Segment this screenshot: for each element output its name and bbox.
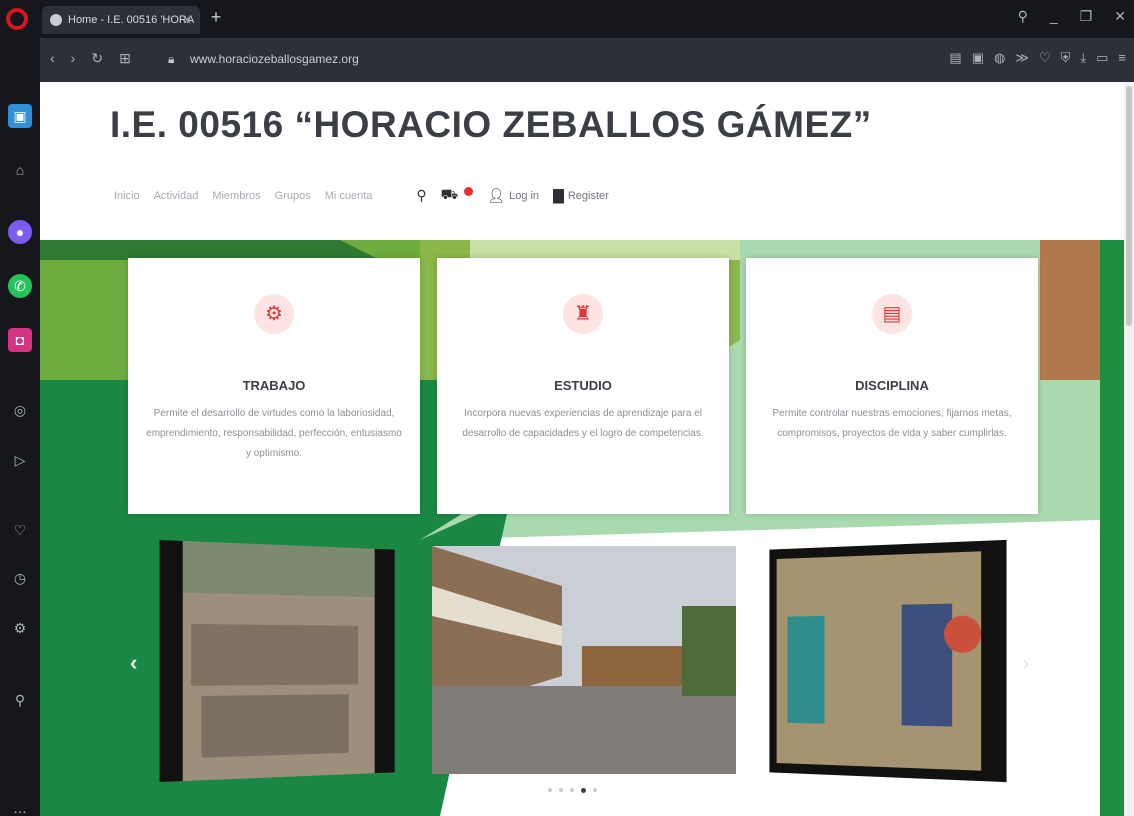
cart-icon[interactable]: ⛟ <box>441 186 459 205</box>
easy-setup-icon[interactable]: ≫ <box>1015 50 1029 66</box>
search-tabs-icon[interactable]: ⚲ <box>1018 8 1028 25</box>
nav-item-miembros[interactable]: Miembros <box>212 190 260 202</box>
photo-trees-right <box>682 606 736 696</box>
cart-badge <box>464 187 474 196</box>
back-icon[interactable]: ‹ <box>50 50 55 67</box>
messenger-icon[interactable]: ● <box>8 220 32 244</box>
carousel-prev-button[interactable]: ‹ <box>130 650 137 676</box>
id-card-icon: ▤ <box>872 294 912 334</box>
search-icon[interactable]: ⚲ <box>416 187 426 204</box>
hero-section: ⚙ TRABAJO Permite el desarrollo de virtu… <box>40 240 1134 816</box>
minimize-icon[interactable]: _ <box>1050 8 1058 25</box>
reload-icon[interactable]: ↻ <box>91 50 103 67</box>
carousel-dot-active[interactable] <box>581 788 586 793</box>
photo-students <box>769 539 1007 783</box>
card-disciplina: ▤ DISCIPLINA Permite controlar nuestras … <box>746 258 1038 514</box>
scroll-thumb[interactable] <box>1126 86 1132 326</box>
title-bar: Home - I.E. 00516 'HORA ✕ + ⚲ _ ❐ ✕ <box>0 0 1134 38</box>
photo-courtyard <box>159 539 395 783</box>
photo-student-2 <box>901 603 953 727</box>
photo-school <box>432 546 736 774</box>
location-icon[interactable]: ⚲ <box>8 688 32 712</box>
carousel-dot[interactable] <box>593 788 597 792</box>
carousel-next-button[interactable]: › <box>1022 650 1029 676</box>
browser-window: Home - I.E. 00516 'HORA ✕ + ⚲ _ ❐ ✕ ▣ ⌂ … <box>0 0 1134 816</box>
card-trabajo: ⚙ TRABAJO Permite el desarrollo de virtu… <box>128 258 420 514</box>
slide-photo-courtyard[interactable] <box>159 539 395 783</box>
slide-photo-school[interactable] <box>432 546 736 774</box>
nav-item-mi-cuenta[interactable]: Mi cuenta <box>325 190 373 202</box>
photo-crowd-2 <box>201 694 349 758</box>
tractor-icon: ⚙ <box>254 294 294 334</box>
carousel-dot[interactable] <box>559 788 563 792</box>
card-title: TRABAJO <box>242 378 306 393</box>
graduate-icon: ♜ <box>563 294 603 334</box>
settings-icon[interactable]: ⚙ <box>8 616 32 640</box>
register-link[interactable]: ▇ Register <box>553 187 609 204</box>
close-icon[interactable]: ✕ <box>1114 8 1126 25</box>
carousel-dots <box>548 788 597 793</box>
menu-icon[interactable]: ≡ <box>1118 50 1126 66</box>
card-estudio: ♜ ESTUDIO Incorpora nuevas experiencias … <box>437 258 729 514</box>
browser-sidebar: ▣ ⌂ ● ✆ ◘ ◎ ▷ ♡ ◷ ⚙ ⚲ … <box>0 38 40 816</box>
tabs-grid-icon[interactable]: ⊞ <box>119 50 131 67</box>
page-scrollbar[interactable] <box>1124 82 1134 816</box>
site-nav: Inicio Actividad Miembros Grupos Mi cuen… <box>114 186 609 205</box>
more-icon[interactable]: … <box>8 796 32 816</box>
login-link[interactable]: 👤︎ Log in <box>487 187 539 204</box>
player-icon[interactable]: ▷ <box>8 448 32 472</box>
site-title: I.E. 00516 “HORACIO ZEBALLOS GÁMEZ” <box>110 104 872 145</box>
nav-item-inicio[interactable]: Inicio <box>114 190 140 202</box>
navigation-buttons: ‹ › ↻ ⊞ <box>50 50 131 67</box>
extension-icons: ▤ ▣ ◍ ≫ ♡ ⛨ ⤓ ▭ ≡ <box>949 50 1126 66</box>
favicon-icon <box>50 14 62 26</box>
lock-icon[interactable]: 🔒︎ <box>168 52 174 67</box>
forward-icon[interactable]: › <box>71 50 76 67</box>
dark-olive-strip <box>40 240 380 260</box>
tab-title: Home - I.E. 00516 'HORA <box>68 14 195 26</box>
window-controls: ⚲ _ ❐ ✕ <box>1018 8 1126 25</box>
login-label: Log in <box>509 189 540 202</box>
register-icon: ▇ <box>553 187 564 203</box>
user-icon: 👤︎ <box>487 187 506 203</box>
carousel-dot[interactable] <box>548 788 552 792</box>
nav-item-grupos[interactable]: Grupos <box>275 190 311 202</box>
camera-icon[interactable]: ▣ <box>972 50 984 66</box>
register-label: Register <box>567 189 609 202</box>
home-icon[interactable]: ⌂ <box>8 158 32 182</box>
photo-far-building <box>582 646 682 686</box>
photo-crowd <box>191 623 359 686</box>
speed-dial-icon[interactable]: ▣ <box>8 104 32 128</box>
brown-block <box>1040 240 1100 380</box>
carousel-dot[interactable] <box>570 788 574 792</box>
card-text: Incorpora nuevas experiencias de aprendi… <box>462 408 704 439</box>
history-icon[interactable]: ◷ <box>8 566 32 590</box>
news-icon[interactable]: ◎ <box>8 398 32 422</box>
photo-pavement <box>432 686 736 774</box>
whatsapp-icon[interactable]: ✆ <box>8 274 32 298</box>
url-field[interactable]: www.horaciozeballosgamez.org <box>190 52 359 66</box>
maximize-icon[interactable]: ❐ <box>1080 8 1093 25</box>
opera-logo-icon[interactable] <box>6 8 28 30</box>
card-text: Permite controlar nuestras emociones, fi… <box>772 408 1012 439</box>
heart-icon[interactable]: ♡ <box>8 518 32 542</box>
battery-icon[interactable]: ▭ <box>1096 50 1108 66</box>
web-page: I.E. 00516 “HORACIO ZEBALLOS GÁMEZ” Inic… <box>40 82 1134 816</box>
browser-tab[interactable]: Home - I.E. 00516 'HORA ✕ <box>42 6 200 34</box>
nav-item-actividad[interactable]: Actividad <box>154 190 199 202</box>
card-title: DISCIPLINA <box>855 378 929 393</box>
vpn-icon[interactable]: ◍ <box>994 50 1005 66</box>
heart-outline-icon[interactable]: ♡ <box>1039 50 1051 66</box>
card-text: Permite el desarrollo de virtudes como l… <box>146 408 402 459</box>
shield-icon[interactable]: ⛨ <box>1061 50 1071 66</box>
photo-student-1 <box>787 615 825 724</box>
tab-close-icon[interactable]: ✕ <box>182 6 192 34</box>
snapshot-icon[interactable]: ▤ <box>949 50 961 66</box>
address-bar: ‹ › ↻ ⊞ 🔒︎ www.horaciozeballosgamez.org … <box>40 38 1134 82</box>
slide-photo-students[interactable] <box>769 539 1007 783</box>
card-title: ESTUDIO <box>554 378 612 393</box>
new-tab-button[interactable]: + <box>205 6 227 28</box>
download-icon[interactable]: ⤓ <box>1080 50 1086 66</box>
instagram-icon[interactable]: ◘ <box>8 328 32 352</box>
